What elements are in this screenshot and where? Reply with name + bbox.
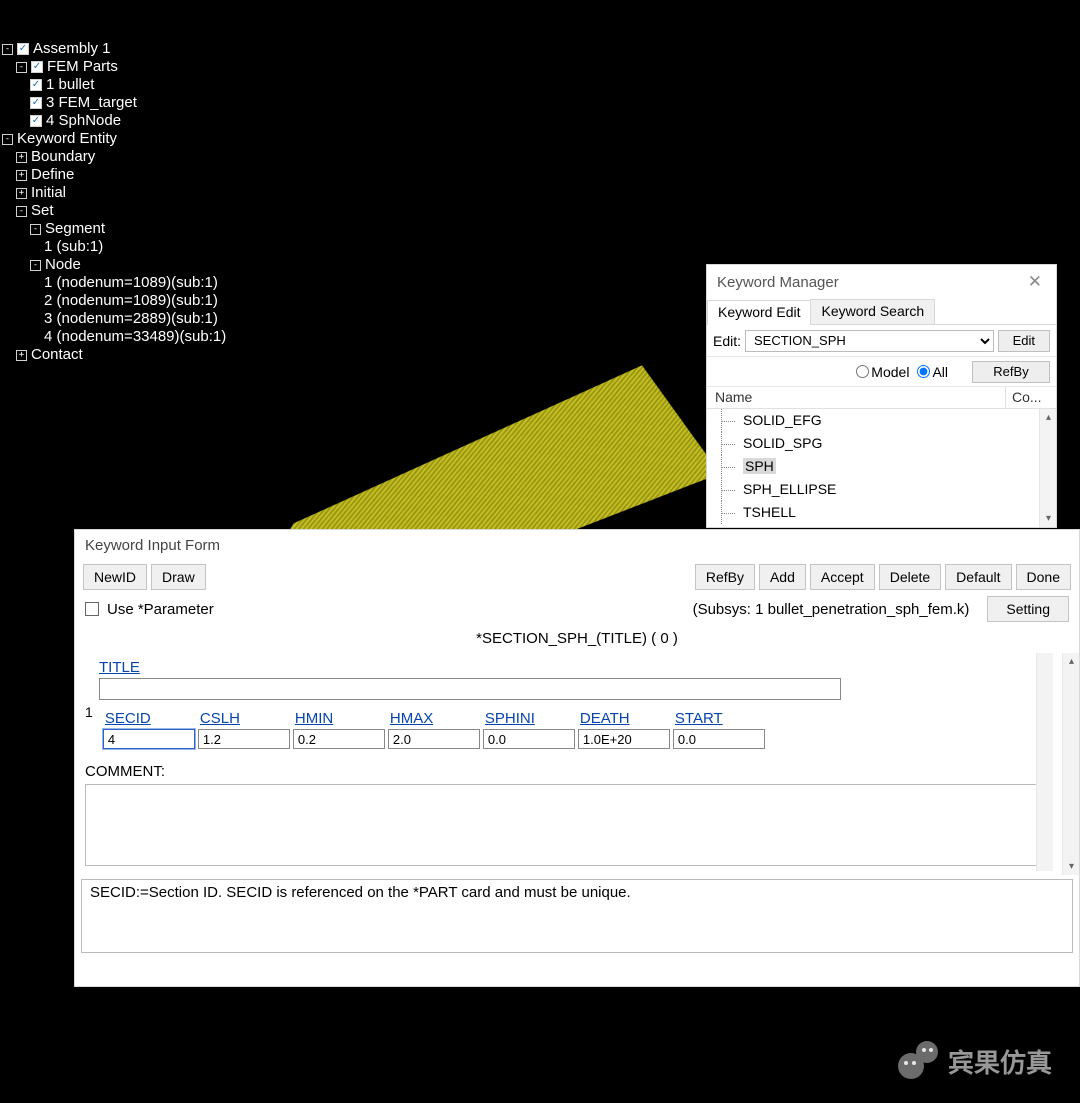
tree-segment-item[interactable]: 1 (sub:1) [44,238,103,256]
tree-segment[interactable]: Segment [45,220,105,238]
field-header[interactable]: SPHINI [483,708,578,729]
comment-label: COMMENT: [85,749,1061,784]
tab-keyword-edit[interactable]: Keyword Edit [707,300,811,325]
field-header[interactable]: HMAX [388,708,483,729]
default-button[interactable]: Default [945,564,1011,590]
collapse-icon[interactable]: - [2,134,13,145]
edit-button[interactable]: Edit [998,330,1050,352]
tree-checkbox[interactable]: ✓ [31,61,43,73]
field-input-start[interactable] [673,729,765,749]
tab-keyword-search[interactable]: Keyword Search [810,299,935,324]
tree-node[interactable]: Node [45,256,81,274]
card-title: *SECTION_SPH_(TITLE) ( 0 ) [75,624,1079,653]
col-count[interactable]: Co... [1006,387,1056,408]
collapse-icon[interactable]: - [30,224,41,235]
comment-textarea[interactable] [85,784,1037,866]
refby-button[interactable]: RefBy [695,564,755,590]
draw-button[interactable]: Draw [151,564,206,590]
tree-checkbox[interactable]: ✓ [30,97,42,109]
field-header[interactable]: START [673,708,768,729]
tree-item[interactable]: Initial [31,184,66,202]
expand-icon[interactable]: + [16,170,27,181]
tree-checkbox[interactable]: ✓ [17,43,29,55]
expand-icon[interactable]: + [16,188,27,199]
tree-item[interactable]: Boundary [31,148,95,166]
collapse-icon[interactable]: - [16,62,27,73]
expand-icon[interactable]: + [16,350,27,361]
tree-set[interactable]: Set [31,202,54,220]
delete-button[interactable]: Delete [879,564,941,590]
field-input-cslh[interactable] [198,729,290,749]
keyword-input-form-window: Keyword Input Form NewID Draw RefBy Add … [74,529,1080,987]
keyword-list-item[interactable]: SPH_ELLIPSE [707,478,1056,501]
field-header[interactable]: DEATH [578,708,673,729]
collapse-icon[interactable]: - [30,260,41,271]
field-input-death[interactable] [578,729,670,749]
kwmgr-title: Keyword Manager [717,274,839,291]
tree-contact[interactable]: Contact [31,346,83,364]
field-header[interactable]: HMIN [293,708,388,729]
newid-button[interactable]: NewID [83,564,147,590]
tree-item[interactable]: 4 SphNode [46,112,121,130]
help-text: SECID:=Section ID. SECID is referenced o… [81,879,1073,953]
radio-model[interactable]: Model [856,364,909,380]
use-parameter-label: Use *Parameter [107,601,214,618]
tree-checkbox[interactable]: ✓ [30,115,42,127]
field-header[interactable]: SECID [103,708,198,729]
subsys-label: (Subsys: 1 bullet_penetration_sph_fem.k) [693,601,970,618]
field-input-sphini[interactable] [483,729,575,749]
setting-button[interactable]: Setting [987,596,1069,622]
keyword-list-item[interactable]: SPH [707,455,1056,478]
scrollbar[interactable]: ▴▾ [1039,409,1056,527]
keyword-list-item[interactable]: SOLID_SPG [707,432,1056,455]
edit-select[interactable]: SECTION_SPH [745,330,994,352]
scroll-down-icon[interactable]: ▾ [1040,510,1056,527]
field-input-hmin[interactable] [293,729,385,749]
scroll-up-icon[interactable]: ▴ [1040,409,1056,426]
close-icon[interactable]: ✕ [1024,272,1046,292]
field-header[interactable]: CSLH [198,708,293,729]
keyword-manager-window: Keyword Manager ✕ Keyword Edit Keyword S… [706,264,1057,528]
col-name[interactable]: Name [707,387,1006,408]
field-input-secid[interactable] [103,729,195,749]
kif-title: Keyword Input Form [85,537,220,554]
fields-area: TITLE 1 SECIDCSLHHMINHMAXSPHINIDEATHSTAR… [75,653,1079,875]
tree-assembly[interactable]: Assembly 1 [33,40,111,58]
collapse-icon[interactable]: - [16,206,27,217]
scrollbar-outer[interactable]: ▴ ▾ [1062,653,1079,875]
title-field-label[interactable]: TITLE [99,657,1061,678]
tree-keywordentity[interactable]: Keyword Entity [17,130,117,148]
tree-checkbox[interactable]: ✓ [30,79,42,91]
edit-label: Edit: [713,333,741,349]
tree-item[interactable]: 4 (nodenum=33489)(sub:1) [44,328,226,346]
use-parameter-checkbox[interactable] [85,602,99,616]
expand-icon[interactable]: + [16,152,27,163]
tree-item[interactable]: Define [31,166,74,184]
scroll-down-icon[interactable]: ▾ [1063,858,1080,875]
tree-item[interactable]: 1 (nodenum=1089)(sub:1) [44,274,218,292]
scrollbar[interactable] [1036,653,1053,871]
tree-item[interactable]: 3 FEM_target [46,94,137,112]
collapse-icon[interactable]: - [2,44,13,55]
tree-femparts[interactable]: FEM Parts [47,58,118,76]
tree-item[interactable]: 3 (nodenum=2889)(sub:1) [44,310,218,328]
add-button[interactable]: Add [759,564,806,590]
tree-item[interactable]: 1 bullet [46,76,94,94]
keyword-list-item[interactable]: TSHELL [707,501,1056,524]
title-input[interactable] [99,678,841,700]
watermark: 宾果仿真 [898,1041,1052,1081]
refby-button[interactable]: RefBy [972,361,1050,383]
row-number: 1 [85,704,99,720]
keyword-list[interactable]: SOLID_EFGSOLID_SPGSPHSPH_ELLIPSETSHELL ▴… [707,409,1056,527]
field-input-hmax[interactable] [388,729,480,749]
radio-all[interactable]: All [917,364,948,380]
watermark-text: 宾果仿真 [948,1043,1052,1080]
model-tree[interactable]: -✓Assembly 1 -✓FEM Parts ✓1 bullet✓3 FEM… [2,40,226,364]
tree-item[interactable]: 2 (nodenum=1089)(sub:1) [44,292,218,310]
accept-button[interactable]: Accept [810,564,875,590]
wechat-icon [898,1041,938,1081]
scroll-up-icon[interactable]: ▴ [1063,653,1080,670]
done-button[interactable]: Done [1016,564,1071,590]
keyword-list-item[interactable]: SOLID_EFG [707,409,1056,432]
